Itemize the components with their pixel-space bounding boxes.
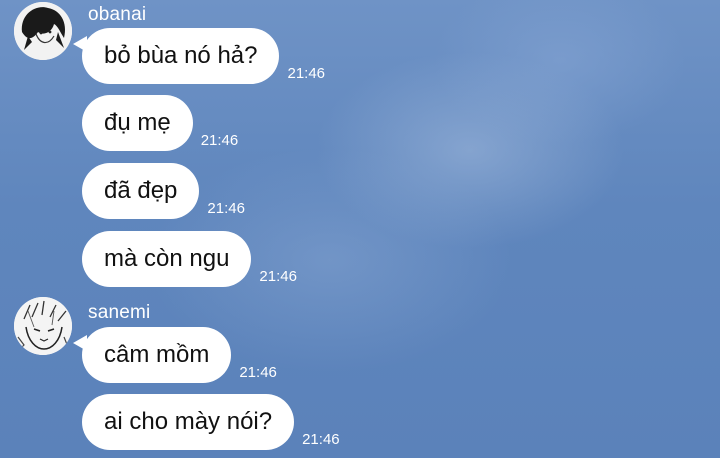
sketch-character-avatar-icon: [14, 297, 72, 355]
chat-thread: obanai bỏ bùa nó hả? 21:46 đụ mẹ 21:46 đ…: [0, 0, 720, 458]
message-timestamp: 21:46: [207, 200, 245, 217]
message-row: mà còn ngu 21:46: [82, 231, 297, 287]
message-row: ai cho mày nói? 21:46: [82, 394, 340, 450]
message-row: đụ mẹ 21:46: [82, 95, 238, 151]
message-bubble[interactable]: đã đẹp: [82, 163, 200, 219]
dark-hair-character-avatar-icon: [14, 2, 72, 60]
message-bubble[interactable]: ai cho mày nói?: [82, 394, 295, 450]
sender-name-obanai: obanai: [88, 4, 147, 25]
message-timestamp: 21:46: [302, 431, 340, 448]
message-bubble[interactable]: mà còn ngu: [82, 231, 252, 287]
message-timestamp: 21:46: [200, 132, 239, 149]
message-bubble[interactable]: câm mồm: [72, 327, 232, 383]
message-timestamp: 21:46: [287, 65, 326, 82]
message-row: đã đẹp 21:46: [82, 163, 245, 219]
message-timestamp: 21:46: [239, 364, 277, 381]
message-bubble[interactable]: đụ mẹ: [82, 95, 193, 151]
message-row: câm mồm 21:46: [72, 327, 277, 383]
message-bubble[interactable]: bỏ bùa nó hả?: [72, 28, 280, 84]
sender-name-sanemi: sanemi: [88, 302, 151, 323]
message-timestamp: 21:46: [259, 268, 297, 285]
obanai-avatar[interactable]: [14, 2, 72, 60]
sanemi-avatar[interactable]: [14, 297, 72, 355]
message-row: bỏ bùa nó hả? 21:46: [72, 28, 326, 84]
